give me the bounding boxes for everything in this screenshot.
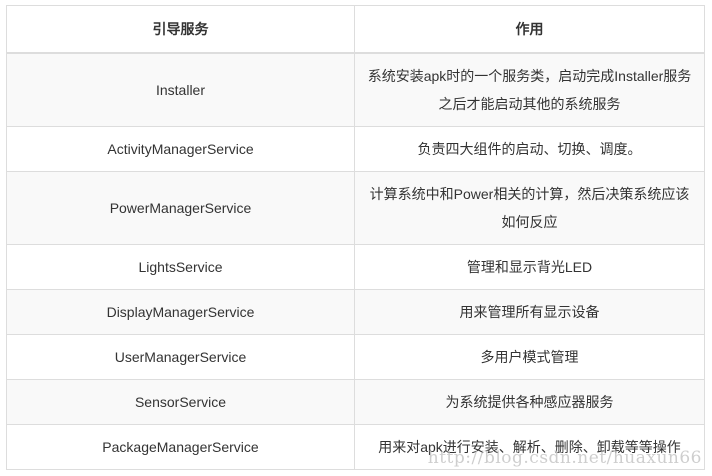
service-role-cell: 系统安装apk时的一个服务类，启动完成Installer服务之后才能启动其他的系… bbox=[354, 52, 705, 127]
table-row: PowerManagerService 计算系统中和Power相关的计算，然后决… bbox=[6, 171, 705, 245]
service-name-cell: PackageManagerService bbox=[6, 424, 355, 470]
table-row: Installer 系统安装apk时的一个服务类，启动完成Installer服务… bbox=[6, 52, 705, 127]
service-role-cell: 多用户模式管理 bbox=[354, 334, 705, 380]
table-row: UserManagerService 多用户模式管理 bbox=[6, 334, 705, 380]
table-row: DisplayManagerService 用来管理所有显示设备 bbox=[6, 289, 705, 335]
table-row: ActivityManagerService 负责四大组件的启动、切换、调度。 bbox=[6, 126, 705, 172]
table-row: LightsService 管理和显示背光LED bbox=[6, 244, 705, 290]
service-role-cell: 用来管理所有显示设备 bbox=[354, 289, 705, 335]
service-name-cell: PowerManagerService bbox=[6, 171, 355, 245]
header-service: 引导服务 bbox=[6, 5, 355, 54]
service-name-cell: DisplayManagerService bbox=[6, 289, 355, 335]
service-name-cell: Installer bbox=[6, 52, 355, 127]
service-role-cell: 为系统提供各种感应器服务 bbox=[354, 379, 705, 425]
service-role-cell: 管理和显示背光LED bbox=[354, 244, 705, 290]
service-role-cell: 用来对apk进行安装、解析、删除、卸载等等操作 bbox=[354, 424, 705, 470]
header-role: 作用 bbox=[354, 5, 705, 54]
service-name-cell: ActivityManagerService bbox=[6, 126, 355, 172]
services-table: 引导服务 作用 Installer 系统安装apk时的一个服务类，启动完成Ins… bbox=[6, 5, 705, 470]
table-row: SensorService 为系统提供各种感应器服务 bbox=[6, 379, 705, 425]
table-row: PackageManagerService 用来对apk进行安装、解析、删除、卸… bbox=[6, 424, 705, 470]
table-header-row: 引导服务 作用 bbox=[6, 5, 705, 54]
service-name-cell: LightsService bbox=[6, 244, 355, 290]
service-name-cell: SensorService bbox=[6, 379, 355, 425]
service-role-cell: 负责四大组件的启动、切换、调度。 bbox=[354, 126, 705, 172]
service-name-cell: UserManagerService bbox=[6, 334, 355, 380]
service-role-cell: 计算系统中和Power相关的计算，然后决策系统应该如何反应 bbox=[354, 171, 705, 245]
